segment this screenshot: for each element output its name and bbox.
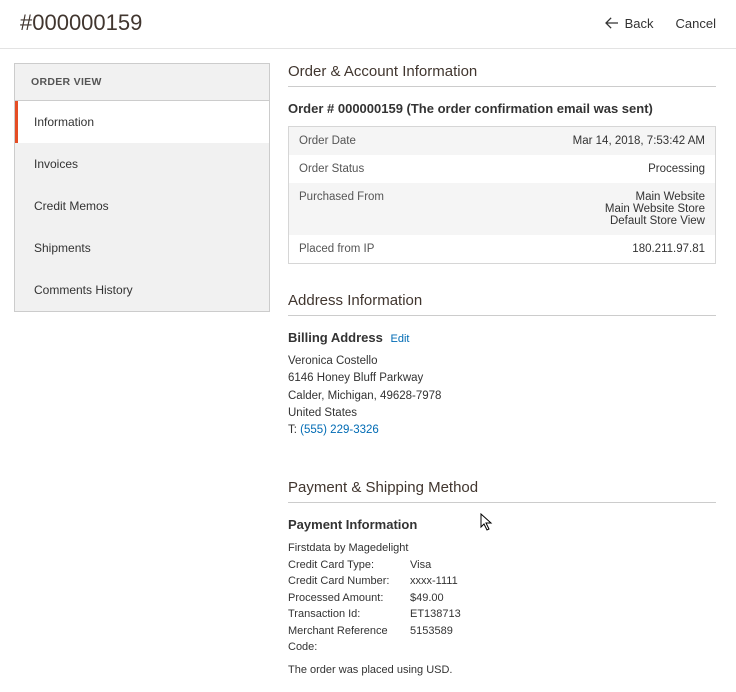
payment-shipping-section-title: Payment & Shipping Method — [288, 479, 716, 503]
label-purchased-from: Purchased From — [299, 191, 439, 227]
billing-address-block: Veronica Costello 6146 Honey Bluff Parkw… — [288, 353, 716, 439]
payment-method: Firstdata by Magedelight — [288, 540, 716, 557]
label-placed-from-ip: Placed from IP — [299, 243, 439, 255]
billing-address-label: Billing Address — [288, 330, 383, 345]
currency-note: The order was placed using USD. — [288, 662, 716, 679]
payment-info-heading: Payment Information — [288, 517, 716, 532]
billing-street: 6146 Honey Bluff Parkway — [288, 370, 716, 387]
label-merchant-ref: Merchant Reference Code: — [288, 623, 410, 656]
billing-city: Calder, Michigan, 49628-7978 — [288, 388, 716, 405]
order-view-sidebar: ORDER VIEW Information Invoices Credit M… — [14, 63, 270, 312]
purchased-from-line-2: Main Website Store — [439, 203, 705, 215]
billing-name: Veronica Costello — [288, 353, 716, 370]
label-order-status: Order Status — [299, 163, 439, 175]
row-merchant-ref: Merchant Reference Code: 5153589 — [288, 623, 716, 656]
purchased-from-line-1: Main Website — [439, 191, 705, 203]
row-purchased-from: Purchased From Main Website Main Website… — [289, 183, 715, 235]
row-transaction-id: Transaction Id: ET138713 — [288, 606, 716, 623]
label-cc-number: Credit Card Number: — [288, 573, 410, 590]
edit-billing-address-link[interactable]: Edit — [391, 333, 410, 345]
billing-country: United States — [288, 405, 716, 422]
sidebar-item-shipments[interactable]: Shipments — [15, 227, 269, 269]
billing-phone-link[interactable]: (555) 229-3326 — [300, 424, 379, 436]
value-order-status: Processing — [439, 163, 705, 175]
value-cc-type: Visa — [410, 557, 431, 574]
sidebar-item-information[interactable]: Information — [15, 101, 269, 143]
address-section-title: Address Information — [288, 292, 716, 316]
sidebar-item-credit-memos[interactable]: Credit Memos — [15, 185, 269, 227]
sidebar-item-invoices[interactable]: Invoices — [15, 143, 269, 185]
billing-address-heading: Billing Address Edit — [288, 330, 716, 345]
value-order-date: Mar 14, 2018, 7:53:42 AM — [439, 135, 705, 147]
row-processed-amount: Processed Amount: $49.00 — [288, 590, 716, 607]
main-layout: ORDER VIEW Information Invoices Credit M… — [0, 49, 736, 692]
back-label: Back — [625, 16, 654, 31]
order-account-section-title: Order & Account Information — [288, 63, 716, 87]
label-processed-amount: Processed Amount: — [288, 590, 410, 607]
row-order-status: Order Status Processing — [289, 155, 715, 183]
back-button[interactable]: Back — [605, 16, 654, 31]
value-purchased-from: Main Website Main Website Store Default … — [439, 191, 705, 227]
purchased-from-line-3: Default Store View — [439, 215, 705, 227]
label-transaction-id: Transaction Id: — [288, 606, 410, 623]
label-order-date: Order Date — [299, 135, 439, 147]
row-order-date: Order Date Mar 14, 2018, 7:53:42 AM — [289, 127, 715, 155]
label-cc-type: Credit Card Type: — [288, 557, 410, 574]
value-processed-amount: $49.00 — [410, 590, 444, 607]
value-cc-number: xxxx-1111 — [410, 573, 458, 590]
payment-details: Firstdata by Magedelight Credit Card Typ… — [288, 540, 716, 678]
back-arrow-icon — [605, 17, 619, 29]
value-transaction-id: ET138713 — [410, 606, 461, 623]
header-actions: Back Cancel — [605, 16, 716, 31]
page-title: #000000159 — [20, 10, 142, 36]
content-area: Order & Account Information Order # 0000… — [288, 63, 722, 678]
row-cc-number: Credit Card Number: xxxx-1111 — [288, 573, 716, 590]
row-cc-type: Credit Card Type: Visa — [288, 557, 716, 574]
row-placed-from-ip: Placed from IP 180.211.97.81 — [289, 235, 715, 263]
sidebar-title: ORDER VIEW — [15, 64, 269, 101]
sidebar-item-comments-history[interactable]: Comments History — [15, 269, 269, 311]
phone-prefix: T: — [288, 424, 300, 436]
page-header: #000000159 Back Cancel — [0, 0, 736, 49]
value-merchant-ref: 5153589 — [410, 623, 453, 656]
cancel-button[interactable]: Cancel — [676, 16, 716, 31]
order-heading: Order # 000000159 (The order confirmatio… — [288, 101, 716, 116]
order-info-table: Order Date Mar 14, 2018, 7:53:42 AM Orde… — [288, 126, 716, 264]
value-placed-from-ip: 180.211.97.81 — [439, 243, 705, 255]
billing-phone-line: T: (555) 229-3326 — [288, 422, 716, 439]
